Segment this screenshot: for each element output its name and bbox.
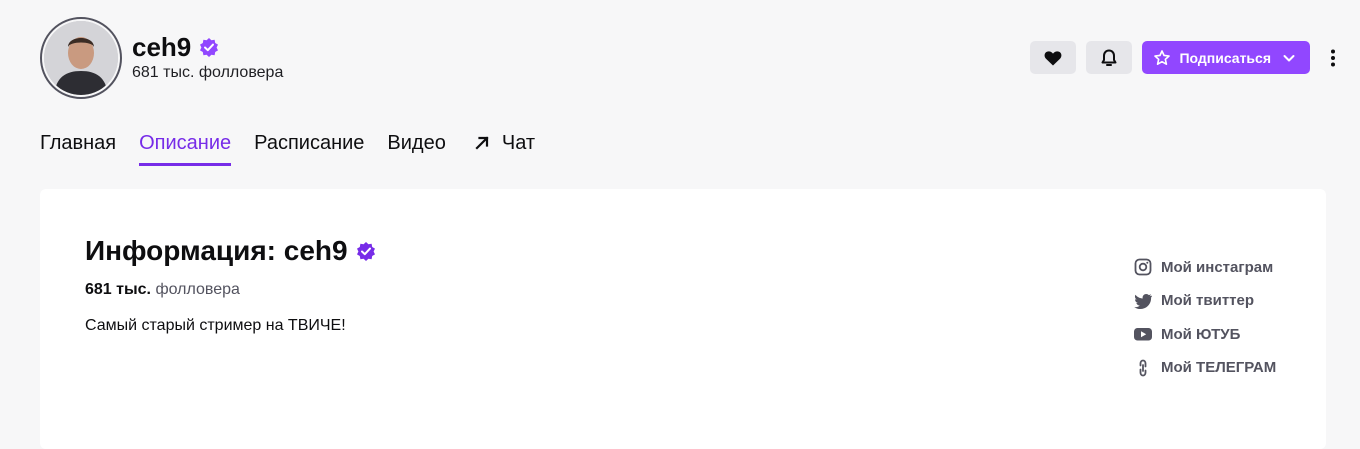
tab-home[interactable]: Главная — [40, 128, 116, 166]
tab-chat[interactable]: Чат — [472, 128, 535, 166]
link-icon — [1139, 359, 1147, 376]
tab-schedule[interactable]: Расписание — [254, 128, 364, 166]
channel-description: Самый старый стример на ТВИЧЕ! — [85, 317, 346, 334]
star-icon — [1154, 49, 1171, 65]
heart-icon — [1045, 50, 1062, 65]
tab-label: Главная — [40, 132, 117, 154]
follower-count: 681 тыс. фолловера — [132, 64, 284, 81]
tab-videos[interactable]: Видео — [387, 128, 445, 166]
social-link-youtube[interactable]: Мой ЮТУБ — [1133, 324, 1276, 344]
header-actions: Подписаться — [1030, 41, 1344, 74]
subscribe-label: Подписаться — [1179, 49, 1271, 66]
social-link-label: Мой ЮТУБ — [1161, 325, 1241, 343]
channel-header: ceh9 681 тыс. фолловера Подписаться — [0, 0, 1360, 110]
about-heading: Информация: ceh9 — [85, 233, 376, 269]
channel-tabs: Главная Описание Расписание Видео Чат — [40, 128, 558, 166]
tab-label: Расписание — [254, 132, 365, 154]
youtube-icon — [1134, 328, 1152, 341]
about-follower-count: 681 тыс. фолловера — [85, 280, 240, 300]
social-link-instagram[interactable]: Мой инстаграм — [1133, 257, 1276, 277]
social-link-label: Мой инстаграм — [1161, 258, 1274, 276]
tab-label: Видео — [387, 132, 446, 154]
social-link-twitter[interactable]: Мой твиттер — [1133, 291, 1276, 311]
instagram-icon — [1134, 258, 1152, 276]
twitter-icon — [1134, 293, 1152, 309]
avatar-image — [44, 21, 118, 95]
follower-label: фолловера — [155, 281, 240, 298]
tab-about[interactable]: Описание — [139, 128, 232, 166]
arrow-up-right-icon — [475, 136, 489, 150]
verified-badge-icon — [356, 241, 376, 261]
verified-badge-icon — [199, 37, 219, 57]
social-link-telegram[interactable]: Мой ТЕЛЕГРАМ — [1133, 358, 1276, 378]
subscribe-button[interactable]: Подписаться — [1142, 41, 1310, 74]
social-link-label: Мой ТЕЛЕГРАМ — [1161, 359, 1277, 376]
tab-label: Чат — [501, 132, 536, 154]
about-panel: Информация: ceh9 681 тыс. фолловера Самы… — [40, 189, 1326, 449]
follower-number: 681 тыс. — [85, 281, 151, 298]
more-options-button[interactable] — [1322, 41, 1344, 74]
social-link-label: Мой твиттер — [1161, 292, 1255, 309]
follow-button[interactable] — [1030, 41, 1077, 74]
channel-name: ceh9 — [132, 31, 219, 63]
tab-label: Описание — [139, 132, 232, 154]
notifications-button[interactable] — [1086, 41, 1133, 74]
social-links: Мой инстаграм Мой твиттер Мой ЮТУБ Мой Т… — [1133, 257, 1276, 391]
more-vertical-icon — [1331, 49, 1335, 66]
avatar[interactable] — [40, 17, 122, 99]
bell-icon — [1101, 49, 1117, 66]
about-title: Информация: ceh9 — [85, 235, 348, 266]
channel-name-text: ceh9 — [132, 32, 192, 62]
chevron-down-icon — [1283, 54, 1295, 61]
